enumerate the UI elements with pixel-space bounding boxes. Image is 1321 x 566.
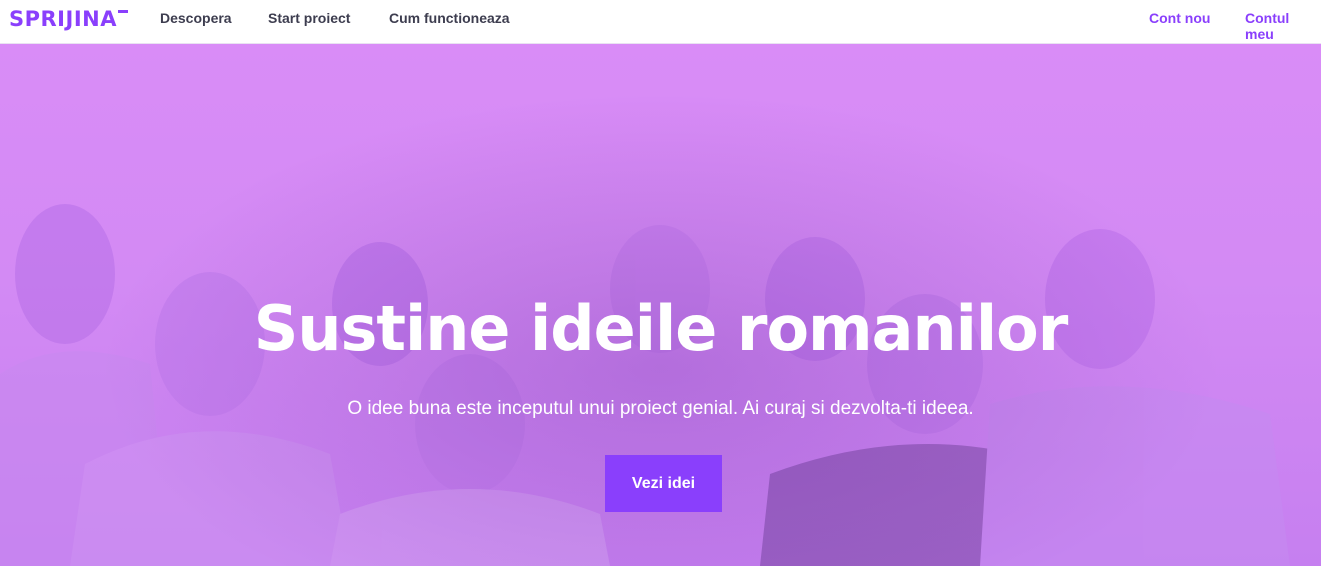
- nav-descopera[interactable]: Descopera: [160, 10, 232, 26]
- logo-mark: [117, 10, 128, 13]
- nav-start-proiect[interactable]: Start proiect: [268, 10, 350, 26]
- logo-text: SPRIJINA: [9, 7, 117, 31]
- nav-cont-nou[interactable]: Cont nou: [1149, 10, 1210, 26]
- hero-section: Sustine ideile romanilor O idee buna est…: [0, 44, 1321, 566]
- vezi-idei-button[interactable]: Vezi idei: [605, 455, 722, 512]
- sprijina-logo[interactable]: SPRIJINA: [9, 7, 128, 31]
- top-navbar: SPRIJINA Descopera Start proiect Cum fun…: [0, 0, 1321, 44]
- hero-title: Sustine ideile romanilor: [253, 292, 1069, 365]
- hero-subtitle: O idee buna este inceputul unui proiect …: [347, 398, 974, 419]
- nav-contul-meu[interactable]: Contul meu: [1245, 10, 1321, 42]
- nav-cum-functioneaza[interactable]: Cum functioneaza: [389, 10, 510, 26]
